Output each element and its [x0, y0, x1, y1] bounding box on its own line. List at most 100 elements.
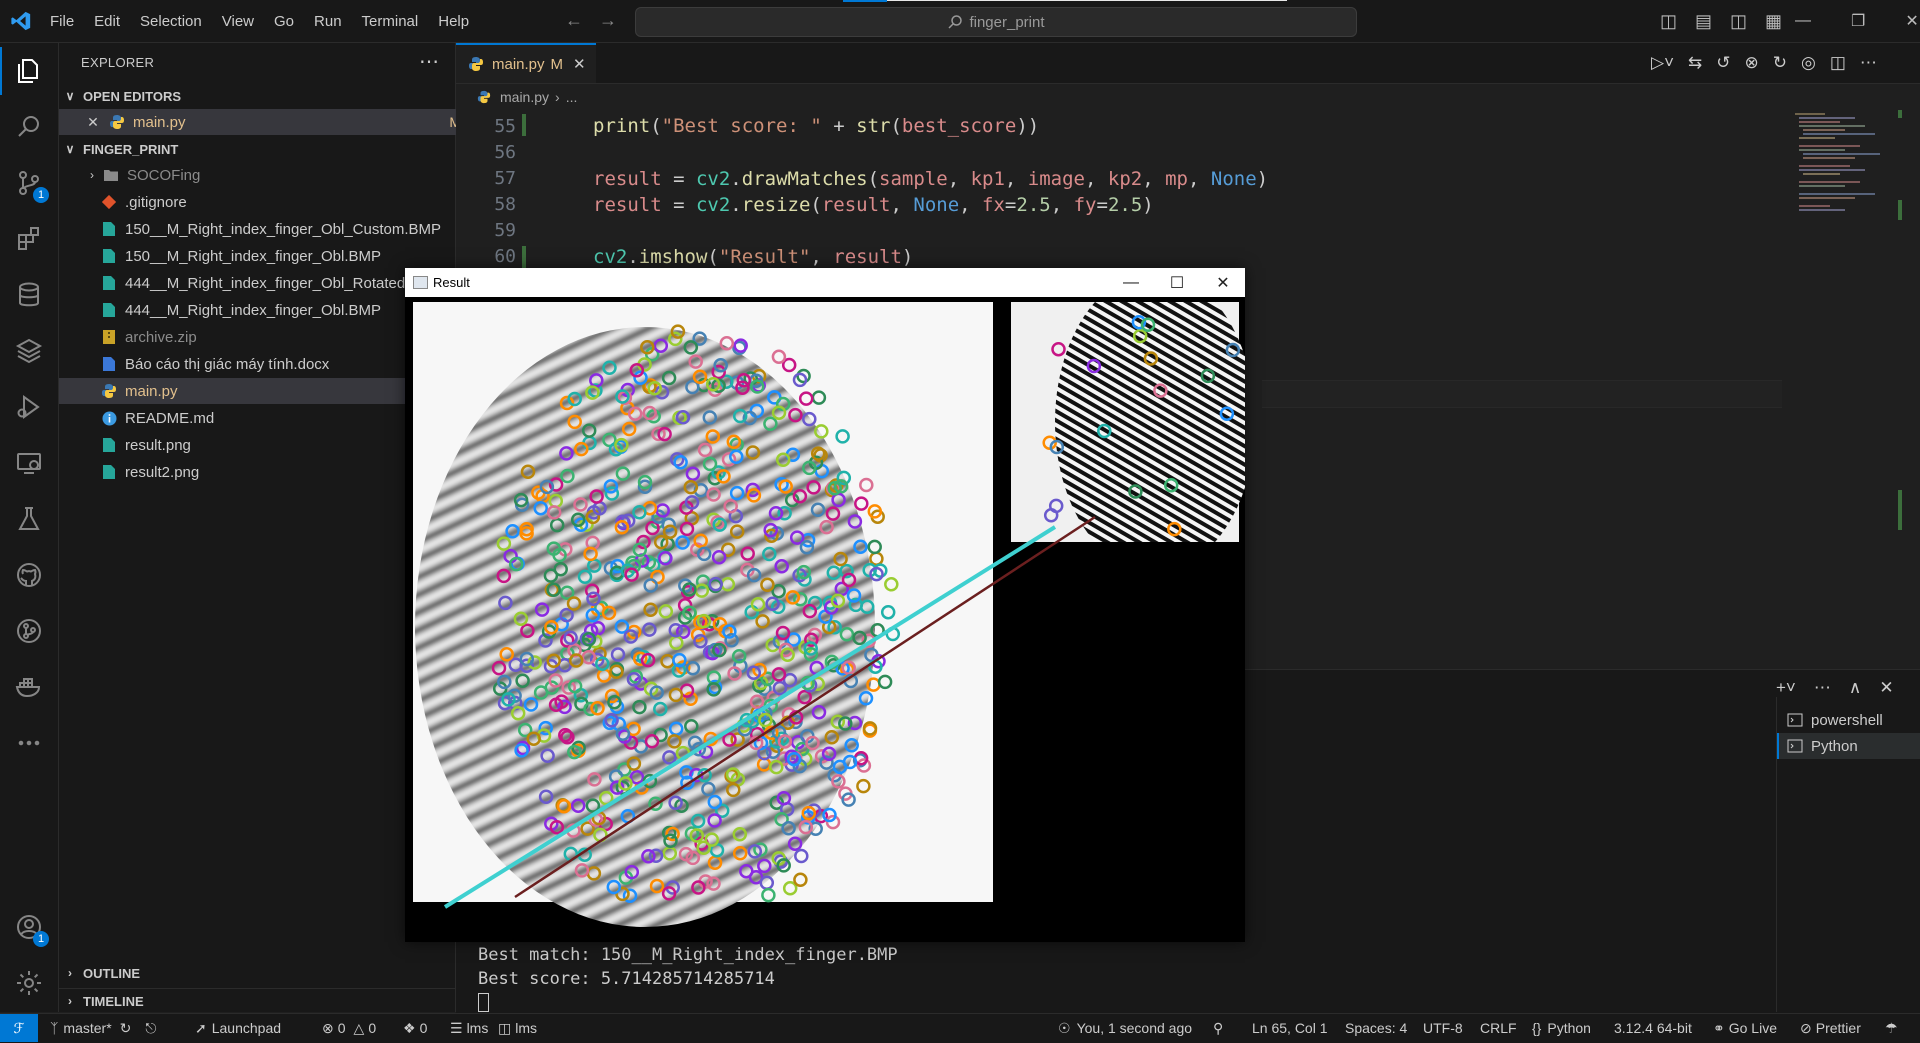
eol-status[interactable]: CRLF [1480, 1014, 1517, 1042]
git-commit-icon[interactable]: ⊗ [1745, 53, 1759, 73]
git-blame-status[interactable]: ☉ You, 1 second ago [1058, 1014, 1192, 1042]
more-actions-icon[interactable]: ⋯ [1860, 53, 1877, 73]
layers-icon[interactable] [11, 333, 47, 369]
timeline-header[interactable]: › TIMELINE [59, 988, 455, 1013]
menu-file[interactable]: File [50, 13, 74, 30]
menu-selection[interactable]: Selection [140, 13, 202, 30]
more-views-icon[interactable] [11, 725, 47, 761]
forward-arrow-icon[interactable]: → [599, 10, 617, 31]
problems-status[interactable]: ⊗ 0 △ 0 [322, 1014, 376, 1042]
restore-icon[interactable]: ❐ [1851, 11, 1865, 31]
minimap-marker [1898, 200, 1902, 220]
more-actions-icon[interactable]: ⋯ [1814, 678, 1831, 698]
testing-icon[interactable] [11, 501, 47, 537]
menu-help[interactable]: Help [438, 13, 469, 30]
remote-indicator-icon[interactable]: ℱ [0, 1014, 38, 1042]
close-window-icon[interactable]: ✕ [1905, 11, 1918, 31]
warning-icon: △ [353, 1019, 365, 1036]
project-header[interactable]: ∨ FINGER_PRINT [59, 137, 455, 161]
branch-indicator[interactable]: ᛉ master* ↻ ⎋ [50, 1014, 156, 1042]
ports-status[interactable]: ❖ 0 [403, 1014, 427, 1042]
zip-icon [101, 329, 117, 345]
maximize-icon[interactable]: ☐ [1154, 268, 1200, 297]
explorer-icon[interactable] [0, 47, 47, 95]
tree-item-file[interactable]: 150__M_Right_index_finger_Obl.BMP [59, 243, 497, 269]
command-center-search[interactable]: finger_print [635, 7, 1357, 37]
image-icon [101, 248, 117, 264]
search-icon[interactable] [11, 109, 47, 145]
minimize-icon[interactable]: — [1795, 12, 1811, 30]
run-debug-icon[interactable] [11, 389, 47, 425]
database-icon[interactable] [11, 277, 47, 313]
terminal-session[interactable]: Python [1777, 733, 1920, 759]
extensions-icon[interactable] [11, 221, 47, 257]
remote-explorer-icon[interactable] [11, 445, 47, 481]
toggle-sidebar-icon[interactable]: ◫ [1660, 11, 1677, 32]
language-status[interactable]: {} Python [1532, 1014, 1591, 1042]
menu-view[interactable]: View [222, 13, 254, 30]
docker-icon[interactable] [11, 669, 47, 705]
close-icon[interactable]: ✕ [85, 114, 101, 130]
notifications-bell-icon[interactable]: ☂ [1885, 1014, 1898, 1042]
accounts-icon[interactable]: 1 [11, 909, 49, 947]
menu-run[interactable]: Run [314, 13, 342, 30]
tree-item-label: result2.png [125, 463, 200, 481]
run-python-icon[interactable]: ▷˅ [1651, 53, 1674, 73]
sync-icon[interactable]: ↻ [120, 1020, 132, 1037]
compare-changes-icon[interactable]: ⇆ [1688, 53, 1702, 73]
breadcrumb-file[interactable]: main.py [500, 89, 549, 105]
menu-edit[interactable]: Edit [94, 13, 120, 30]
back-arrow-icon[interactable]: ← [565, 10, 583, 31]
tree-item-gitignore[interactable]: .gitignore [59, 189, 497, 215]
tree-item-file[interactable]: 150__M_Right_index_finger_Obl_Custom.BMP [59, 216, 497, 242]
opencv-result-window[interactable]: Result — ☐ ✕ [405, 268, 1245, 942]
new-terminal-icon[interactable]: +˅ [1776, 678, 1796, 698]
lms-status-1[interactable]: ☰ lms [450, 1014, 488, 1042]
lms-status-2[interactable]: ◫ lms [498, 1014, 537, 1042]
source-control-icon[interactable]: 1 [11, 165, 49, 203]
menu-terminal[interactable]: Terminal [362, 13, 419, 30]
close-tab-icon[interactable]: ✕ [573, 55, 586, 73]
toggle-panel-icon[interactable]: ▤ [1695, 11, 1712, 32]
close-icon[interactable]: ✕ [1200, 268, 1246, 297]
minimap[interactable] [1785, 110, 1905, 670]
revert-icon[interactable]: ↺ [1716, 53, 1730, 73]
terminal-session[interactable]: powershell [1777, 707, 1920, 733]
explorer-sidebar: EXPLORER ⋯ ∨ OPEN EDITORS ✕ main.py M ∨ … [59, 43, 497, 1013]
title-accent [843, 0, 887, 2]
minimize-icon[interactable]: — [1108, 268, 1154, 297]
zoom-icon[interactable]: ⚲ [1213, 1014, 1223, 1042]
outline-header[interactable]: › OUTLINE [59, 961, 455, 985]
indentation-status[interactable]: Spaces: 4 [1345, 1014, 1407, 1042]
timeline-view-icon[interactable]: ◎ [1801, 53, 1816, 73]
breadcrumb-more[interactable]: ... [566, 89, 578, 105]
tab-main-py[interactable]: main.py M ✕ [456, 43, 596, 83]
more-actions-icon[interactable]: ⋯ [419, 49, 439, 74]
split-editor-icon[interactable]: ◫ [1830, 53, 1846, 73]
tree-item-socofing[interactable]: › SOCOFing [59, 162, 477, 188]
image-icon [101, 275, 117, 291]
editor-actions: ▷˅ ⇆ ↺ ⊗ ↻ ◎ ◫ ⋯ [1651, 53, 1877, 73]
close-panel-icon[interactable]: ✕ [1879, 678, 1893, 698]
customize-layout-icon[interactable]: ▦ [1765, 11, 1782, 32]
git-graph-status-icon[interactable]: ⎋ [145, 1020, 156, 1037]
python-icon [468, 56, 484, 72]
go-live-status[interactable]: ⚭ Go Live [1713, 1014, 1777, 1042]
cursor-position[interactable]: Ln 65, Col 1 [1252, 1014, 1328, 1042]
braces-icon: {} [1532, 1020, 1542, 1036]
encoding-status[interactable]: UTF-8 [1423, 1014, 1463, 1042]
interpreter-status[interactable]: 3.12.4 64-bit [1614, 1014, 1692, 1042]
cv-window-titlebar[interactable]: Result — ☐ ✕ [405, 268, 1245, 297]
open-editors-header[interactable]: ∨ OPEN EDITORS [59, 84, 455, 108]
menu-go[interactable]: Go [274, 13, 294, 30]
launchpad-status[interactable]: ➚ Launchpad [195, 1014, 281, 1042]
next-change-icon[interactable]: ↻ [1773, 53, 1787, 73]
maximize-panel-icon[interactable]: ∧ [1849, 678, 1861, 698]
prettier-status[interactable]: ⊘ Prettier [1800, 1014, 1861, 1042]
toggle-secondary-sidebar-icon[interactable]: ◫ [1730, 11, 1747, 32]
open-editor-item[interactable]: ✕ main.py M [59, 109, 481, 135]
git-graph-icon[interactable] [11, 613, 47, 649]
settings-gear-icon[interactable] [11, 965, 47, 1001]
github-icon[interactable] [11, 557, 47, 593]
search-icon [948, 15, 963, 29]
